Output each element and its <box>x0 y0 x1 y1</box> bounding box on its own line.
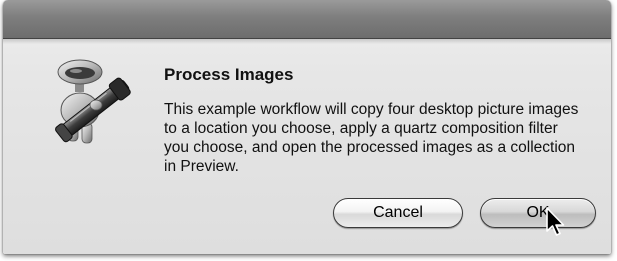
arrow-cursor-icon <box>545 207 567 237</box>
dialog-window: Process Images This example workflow wil… <box>3 0 611 254</box>
dialog-title: Process Images <box>164 65 294 84</box>
ok-button[interactable]: OK <box>480 198 596 228</box>
automator-robot-icon <box>48 55 138 149</box>
dialog-message: This example workflow will copy four des… <box>164 101 579 175</box>
cancel-button[interactable]: Cancel <box>333 198 463 228</box>
title-bar[interactable] <box>3 0 611 44</box>
